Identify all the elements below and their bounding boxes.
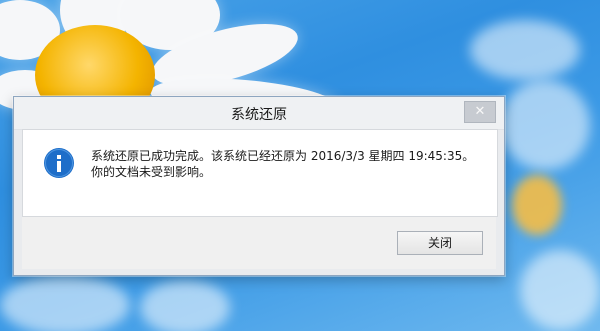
message-line-2: 你的文档未受到影响。 <box>91 165 212 179</box>
blurred-petal <box>470 20 580 80</box>
close-icon[interactable]: ✕ <box>464 101 496 123</box>
blurred-flower-center <box>512 175 562 235</box>
info-icon <box>44 148 74 178</box>
blurred-petal <box>500 80 590 170</box>
dialog-footer: 关闭 <box>22 217 496 269</box>
dialog-titlebar[interactable]: 系统还原 ✕ <box>14 97 504 130</box>
blurred-petal <box>140 280 230 331</box>
close-button[interactable]: 关闭 <box>397 231 483 255</box>
dialog-content: 系统还原已成功完成。该系统已经还原为 2016/3/3 星期四 19:45:35… <box>22 129 498 217</box>
message-line-1: 系统还原已成功完成。该系统已经还原为 2016/3/3 星期四 19:45:35… <box>91 149 475 163</box>
dialog-message: 系统还原已成功完成。该系统已经还原为 2016/3/3 星期四 19:45:35… <box>91 148 491 180</box>
system-restore-dialog: 系统还原 ✕ 系统还原已成功完成。该系统已经还原为 2016/3/3 星期四 1… <box>13 96 505 276</box>
blurred-petal <box>0 275 130 331</box>
dialog-title: 系统还原 <box>231 107 287 123</box>
blurred-petal <box>520 250 600 330</box>
